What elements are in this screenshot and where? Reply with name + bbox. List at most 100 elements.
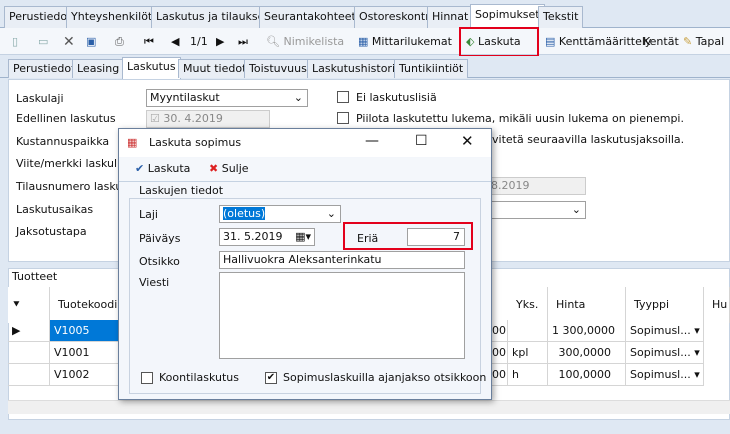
viesti-label: Viesti	[139, 276, 170, 289]
toolbar: ▯ ▭ ✕ ▣ ⎙ ⏮ ◀ 1/1 ▶ ⏭ 🔍︎ Nimikelista ▦ M…	[0, 28, 730, 55]
paivays-date[interactable]: 31. 5.2019 ▦▾	[219, 228, 315, 246]
minimize-icon[interactable]: —	[365, 133, 379, 149]
kentat-button[interactable]: Kentät	[643, 32, 679, 52]
edellinen-laskutus-label: Edellinen laskutus	[16, 112, 116, 125]
type-value: Sopimusl...	[630, 324, 691, 337]
header-yks[interactable]: Yks.	[508, 287, 548, 323]
edellinen-laskutus-date[interactable]: ☑ 30. 4.2019	[146, 110, 270, 128]
laskutusaikas-select[interactable]: ⌄	[480, 201, 586, 219]
table-row-type[interactable]: Sopimusl... ▾	[626, 364, 704, 386]
laskutusaikas-label: Laskutusaikas	[16, 203, 94, 216]
viesti-textarea[interactable]	[219, 272, 465, 359]
otsikko-input[interactable]: Hallivuokra Aleksanterinkatu	[219, 251, 465, 269]
subtab-leasing[interactable]: Leasing	[72, 59, 125, 78]
laskulaji-label: Laskulaji	[16, 92, 64, 105]
viite-label: Viite/merkki laskulle	[16, 157, 127, 170]
tab-seurantakohteet[interactable]: Seurantakohteet	[259, 6, 361, 28]
tab-hinnat[interactable]: Hinnat	[427, 6, 474, 28]
table-row-code[interactable]: V1002	[50, 364, 120, 386]
subtab-tuntikiintiot[interactable]: Tuntikiintiöt	[394, 59, 469, 78]
first-record-icon[interactable]: ⏮	[144, 32, 154, 52]
subtab-muut-tiedot[interactable]: Muut tiedot	[178, 59, 252, 78]
sopimus-otsikko-checkbox[interactable]: ✔	[265, 372, 277, 384]
ei-laskutuslisia-label: Ei laskutuslisiä	[356, 91, 437, 104]
top-tab-bar: Perustiedot Yhteyshenkilöt Laskutus ja t…	[0, 0, 730, 29]
table-row-unit[interactable]: h	[508, 364, 548, 386]
header-hinta[interactable]: Hinta	[548, 287, 626, 323]
row-selector[interactable]	[8, 364, 50, 386]
laji-label: Laji	[139, 208, 158, 221]
last-record-icon[interactable]: ⏭	[238, 32, 248, 52]
horizontal-scrollbar[interactable]	[8, 400, 730, 414]
calendar-icon: ▦▾	[295, 230, 311, 243]
laskulaji-select[interactable]: Myyntilaskut ⌄	[146, 89, 308, 107]
pencil-icon: ✎	[683, 35, 693, 48]
tab-sopimukset[interactable]: Sopimukset	[470, 4, 545, 29]
ei-laskutuslisia-checkbox[interactable]	[337, 91, 349, 103]
table-row-type[interactable]: Sopimusl... ▾	[626, 320, 704, 342]
delete-icon[interactable]: ✕	[63, 32, 75, 52]
subtab-perustiedot[interactable]: Perustiedot	[8, 59, 81, 78]
header-tyyppi[interactable]: Tyyppi	[626, 287, 704, 323]
table-row-code[interactable]: V1001	[50, 342, 120, 364]
print-icon[interactable]: ⎙	[115, 32, 124, 52]
close-icon[interactable]: ✕	[461, 132, 474, 150]
app-icon: ▦	[127, 136, 138, 149]
paivays-value: 31. 5.2019	[223, 230, 283, 243]
tab-tekstit[interactable]: Tekstit	[538, 6, 584, 28]
laji-select[interactable]: (oletus) ⌄	[219, 205, 341, 223]
otsikko-label: Otsikko	[139, 255, 180, 268]
koontilaskutus-checkbox[interactable]	[141, 372, 153, 384]
laskuta-button[interactable]: ✔ Laskuta	[135, 162, 190, 175]
table-row-price[interactable]: 300,0000	[548, 342, 626, 364]
sub-tab-bar: Perustiedot Leasing Laskutus Muut tiedot…	[0, 56, 730, 79]
mittarilukemat-label: Mittarilukemat	[371, 35, 452, 48]
checkbox-icon: ☑	[150, 112, 160, 125]
type-value: Sopimusl...	[630, 346, 691, 359]
paivays-label: Päiväys	[139, 232, 181, 245]
table-row-type[interactable]: Sopimusl... ▾	[626, 342, 704, 364]
previous-record-icon[interactable]: ◀	[171, 32, 179, 52]
dialog-toolbar: ✔ Laskuta ✖ Sulje	[119, 158, 491, 182]
header-hu[interactable]: Hu	[704, 287, 730, 323]
nimikelista-label: Nimikelista	[283, 35, 345, 48]
check-icon: ✔	[135, 162, 145, 175]
kenttamaarittely-button[interactable]: ▤ Kenttämäärittely	[545, 32, 651, 52]
page-counter: 1/1	[190, 35, 208, 48]
copy-icon[interactable]: ▭	[38, 32, 48, 52]
kenttamaarittely-label: Kenttämäärittely	[558, 35, 652, 48]
sulje-button-label: Sulje	[221, 162, 249, 175]
save-icon[interactable]: ▣	[86, 32, 96, 52]
nimikelista-button[interactable]: 🔍︎ Nimikelista	[266, 32, 344, 52]
piilota-checkbox[interactable]	[337, 112, 349, 124]
jaksotustapa-label: Jaksotustapa	[16, 225, 87, 238]
grid-title: Tuotteet	[12, 270, 58, 283]
table-row-price[interactable]: 100,0000	[548, 364, 626, 386]
tab-yhteyshenkilot[interactable]: Yhteyshenkilöt	[66, 6, 158, 28]
dialog-title: Laskuta sopimus	[149, 136, 242, 149]
mittarilukemat-button[interactable]: ▦ Mittarilukemat	[358, 32, 452, 52]
fields-icon: ▤	[545, 35, 556, 48]
sulje-button[interactable]: ✖ Sulje	[209, 162, 249, 175]
laskuta-sopimus-dialog: ▦ Laskuta sopimus — ☐ ✕ ✔ Laskuta ✖ Sulj…	[118, 128, 492, 400]
next-record-icon[interactable]: ▶	[216, 32, 224, 52]
table-row-price[interactable]: 1 300,0000	[548, 320, 626, 342]
highlight-laskuta	[459, 27, 539, 57]
kentat-label: Kentät	[643, 35, 679, 48]
table-row-code[interactable]: V1005	[50, 320, 120, 342]
tapal-button[interactable]: ✎ Tapal	[683, 32, 724, 52]
table-row-unit[interactable]: kpl	[508, 342, 548, 364]
dialog-titlebar: ▦ Laskuta sopimus — ☐ ✕	[119, 129, 491, 157]
tilaus-date[interactable]: . 8.2019	[480, 177, 586, 195]
row-selector[interactable]	[8, 342, 50, 364]
row-selector-current[interactable]: ▶	[8, 320, 50, 342]
piilota-label: Piilota laskutettu lukema, mikäli uusin …	[356, 112, 684, 125]
subtab-laskutus[interactable]: Laskutus	[122, 57, 181, 79]
table-row-unit[interactable]	[508, 320, 548, 342]
subtab-laskutushistoria[interactable]: Laskutushistoria	[307, 59, 407, 78]
maximize-icon[interactable]: ☐	[415, 133, 428, 149]
grid-header-selector: ⯆	[8, 287, 50, 323]
new-icon[interactable]: ▯	[12, 32, 18, 52]
subtab-toistuvuus[interactable]: Toistuvuus	[244, 59, 312, 78]
tab-laskutus-ja-tilaukset[interactable]: Laskutus ja tilaukset	[151, 6, 274, 28]
